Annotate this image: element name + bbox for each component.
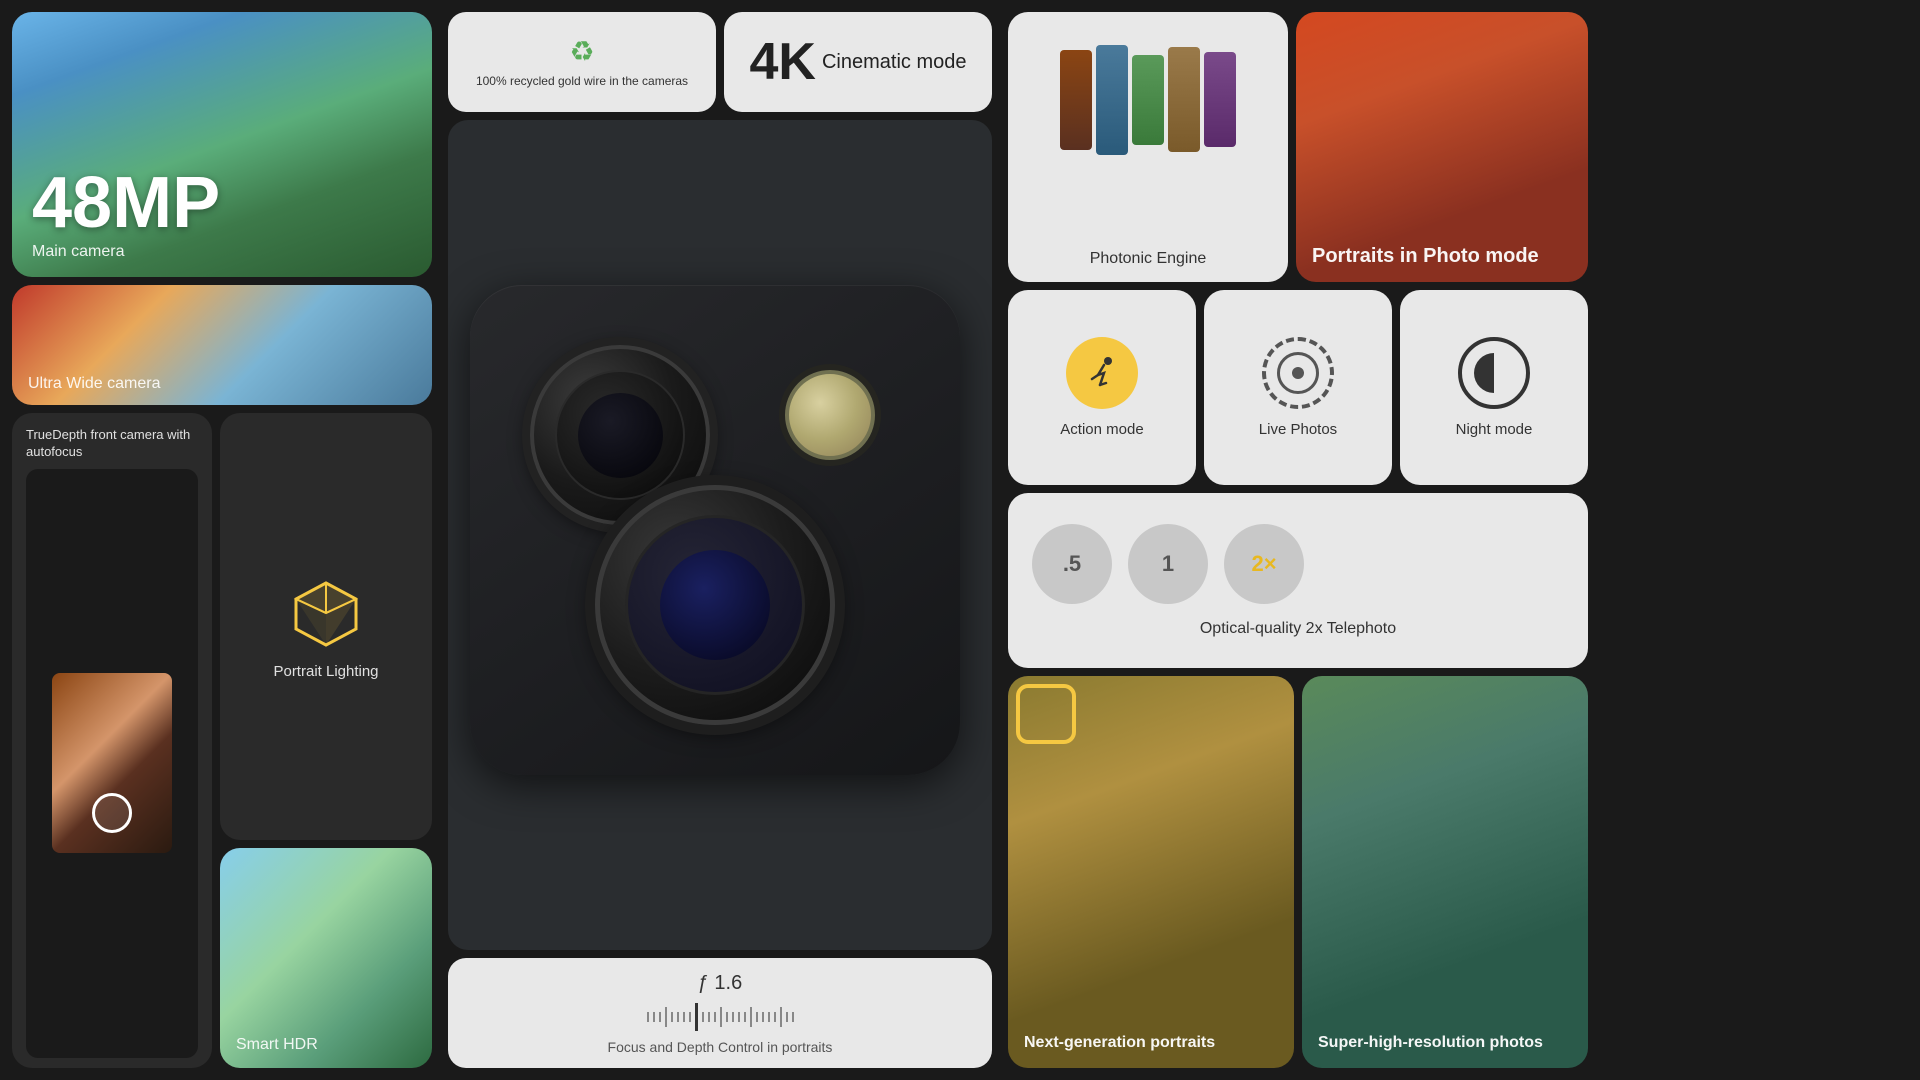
top-right-row: Photonic Engine Portraits in Photo mode	[1008, 12, 1588, 282]
card-photonic: Photonic Engine	[1008, 12, 1288, 282]
scale-tick	[647, 1012, 649, 1022]
scale-tick	[732, 1012, 734, 1022]
cinematic-label: Cinematic mode	[822, 50, 967, 74]
page-layout: 48MP Main camera Ultra Wide camera TrueD…	[0, 0, 1920, 1080]
scale-tick	[671, 1012, 673, 1022]
portrait-frame-overlay	[1016, 684, 1076, 744]
night-label: Night mode	[1456, 421, 1533, 438]
right-column: Photonic Engine Portraits in Photo mode …	[1000, 0, 1600, 1080]
zoom-05-label: .5	[1063, 551, 1081, 577]
smart-hdr-label: Smart HDR	[236, 1036, 318, 1054]
scale-tick	[792, 1012, 794, 1022]
flash-unit	[785, 370, 875, 460]
card-recycled: ♻ 100% recycled gold wire in the cameras	[448, 12, 716, 112]
live-inner-ring	[1277, 352, 1319, 394]
scale-tick	[780, 1007, 782, 1027]
card-live-photos: Live Photos	[1204, 290, 1392, 485]
telephoto-label: Optical-quality 2x Telephoto	[1032, 620, 1564, 638]
recycled-text: 100% recycled gold wire in the cameras	[476, 74, 688, 90]
zoom-1-btn[interactable]: 1	[1128, 524, 1208, 604]
scale-tick	[786, 1012, 788, 1022]
card-night: Night mode	[1400, 290, 1588, 485]
right-cards: Portrait Lighting Smart HDR	[220, 413, 432, 1068]
zoom-05-btn[interactable]: .5	[1032, 524, 1112, 604]
card-action: Action mode	[1008, 290, 1196, 485]
scale-tick	[665, 1007, 667, 1027]
scale-tick	[720, 1007, 722, 1027]
phone-mockup	[26, 469, 198, 1058]
bottom-info-bar: ƒ 1.6	[448, 958, 992, 1068]
live-photos-icon	[1262, 337, 1334, 409]
live-photos-label: Live Photos	[1259, 421, 1337, 438]
card-smart-hdr: Smart HDR	[220, 848, 432, 1068]
mp-label: 48MP	[32, 167, 412, 239]
scale-tick	[750, 1007, 752, 1027]
bottom-left-row: TrueDepth front camera with autofocus	[12, 413, 432, 1068]
action-label: Action mode	[1060, 421, 1143, 438]
telephoto-card: .5 1 2× Optical-quality 2x Telephoto	[1008, 493, 1588, 668]
focus-label: Focus and Depth Control in portraits	[608, 1039, 833, 1055]
portrait-lighting-label: Portrait Lighting	[273, 663, 378, 680]
lenses-container	[500, 315, 930, 745]
card-next-gen: Next-generation portraits	[1008, 676, 1294, 1068]
scale-tick-main	[695, 1003, 698, 1031]
aperture-label: ƒ 1.6	[698, 972, 742, 995]
portraits-photo-label: Portraits in Photo mode	[1312, 244, 1539, 268]
camera-housing	[470, 285, 960, 775]
card-portrait-lighting: Portrait Lighting	[220, 413, 432, 840]
scale-tick	[689, 1012, 691, 1022]
zoom-buttons: .5 1 2×	[1032, 524, 1564, 604]
photonic-label: Photonic Engine	[1090, 250, 1207, 268]
phone-screen	[52, 673, 172, 853]
truedepth-title: TrueDepth front camera with autofocus	[26, 427, 198, 461]
action-icon	[1066, 337, 1138, 409]
scale-tick	[768, 1012, 770, 1022]
scale-tick	[702, 1012, 704, 1022]
main-camera-label: Main camera	[32, 243, 412, 261]
night-half-moon	[1474, 353, 1514, 393]
phone-shutter	[92, 793, 132, 833]
super-high-label: Super-high-resolution photos	[1318, 1033, 1543, 1054]
scale-tick	[659, 1012, 661, 1022]
scale-tick	[726, 1012, 728, 1022]
card-4k: 4K Cinematic mode	[724, 12, 992, 112]
scale-tick	[708, 1012, 710, 1022]
card-truedepth: TrueDepth front camera with autofocus	[12, 413, 212, 1068]
card-ultrawide: Ultra Wide camera	[12, 285, 432, 405]
mid-right-row: Action mode Live Photos Night mode	[1008, 290, 1588, 485]
next-gen-label: Next-generation portraits	[1024, 1033, 1215, 1054]
scale-tick	[762, 1012, 764, 1022]
left-column: 48MP Main camera Ultra Wide camera TrueD…	[0, 0, 440, 1080]
scale-tick	[677, 1012, 679, 1022]
recycle-icon: ♻	[569, 35, 594, 68]
camera-wrapper	[470, 285, 970, 785]
top-info-row: ♻ 100% recycled gold wire in the cameras…	[448, 12, 992, 112]
running-icon	[1084, 355, 1120, 391]
card-super-high: Super-high-resolution photos	[1302, 676, 1588, 1068]
night-icon	[1458, 337, 1530, 409]
fourk-label: 4K	[750, 36, 816, 88]
photonic-bg	[1008, 12, 1288, 188]
ultrawide-label: Ultra Wide camera	[28, 375, 160, 393]
zoom-2x-btn[interactable]: 2×	[1224, 524, 1304, 604]
scale-tick	[683, 1012, 685, 1022]
lens-main	[595, 485, 835, 725]
card-48mp: 48MP Main camera	[12, 12, 432, 277]
scale-tick	[756, 1012, 758, 1022]
zoom-1-label: 1	[1162, 551, 1174, 577]
scale-tick	[744, 1012, 746, 1022]
card-portraits-photo: Portraits in Photo mode	[1296, 12, 1588, 282]
scale-tick	[714, 1012, 716, 1022]
scale-tick	[738, 1012, 740, 1022]
bottom-right-row: Next-generation portraits Super-high-res…	[1008, 676, 1588, 1068]
live-dot	[1292, 367, 1304, 379]
cube-icon	[286, 573, 366, 653]
aperture-scale	[647, 1003, 794, 1031]
camera-main-card	[448, 120, 992, 950]
zoom-2x-label: 2×	[1251, 551, 1276, 577]
scale-tick	[653, 1012, 655, 1022]
scale-tick	[774, 1012, 776, 1022]
middle-column: ♻ 100% recycled gold wire in the cameras…	[440, 0, 1000, 1080]
